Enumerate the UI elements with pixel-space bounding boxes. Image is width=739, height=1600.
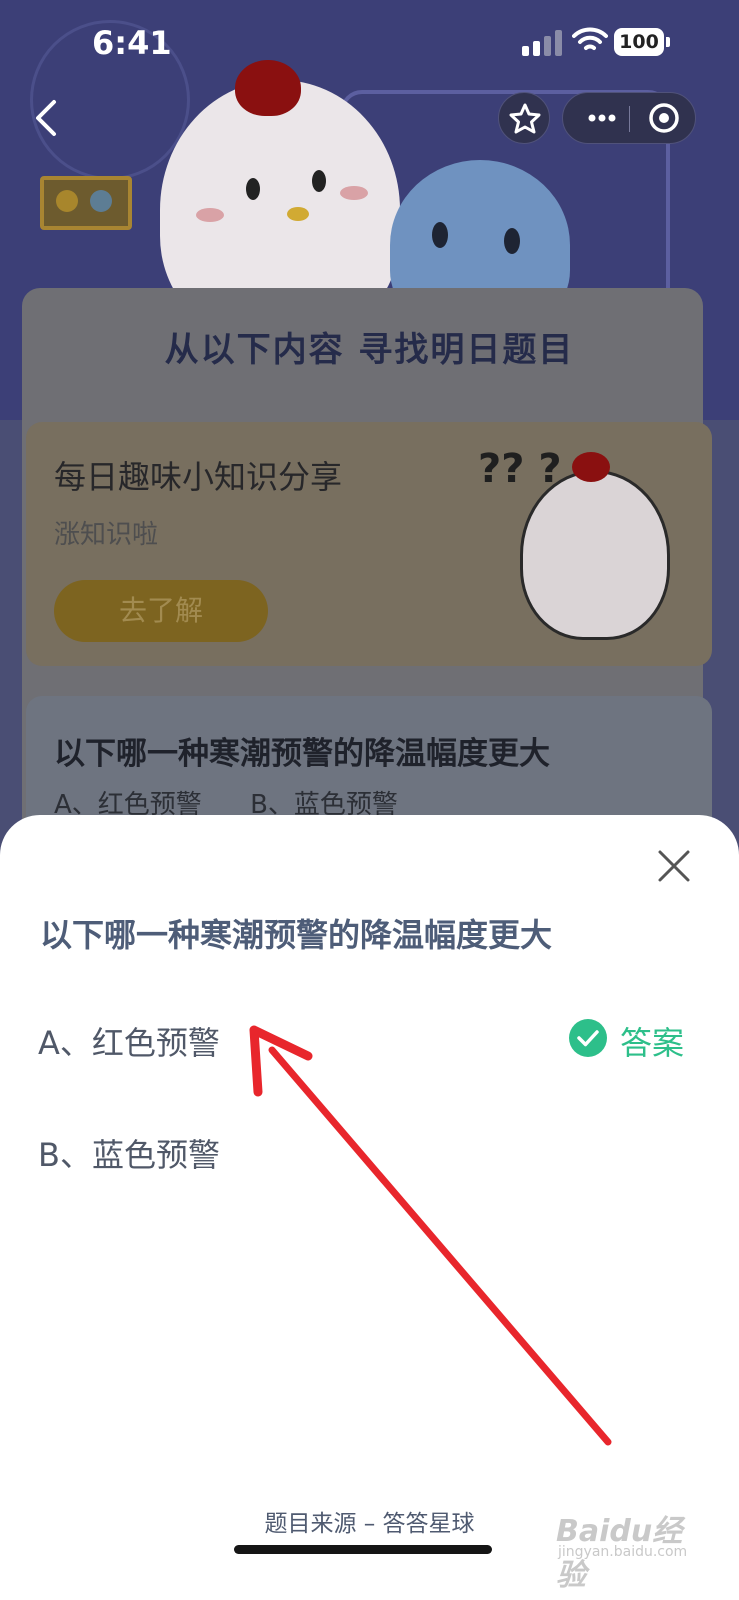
more-dots-icon[interactable] [577, 93, 627, 143]
promo-chick-illustration [520, 470, 670, 640]
option-b[interactable]: B、蓝色预警 [38, 1130, 220, 1176]
chevron-left-icon[interactable] [28, 96, 68, 140]
wifi-icon [572, 27, 608, 50]
mini-program-capsule [562, 92, 696, 144]
gold-medal-icon [56, 190, 78, 212]
alien-eye [432, 222, 448, 248]
option-a[interactable]: A、红色预警 [38, 1018, 220, 1064]
home-indicator[interactable] [234, 1545, 492, 1554]
close-x-icon[interactable] [654, 846, 694, 886]
promo-title: 每日趣味小知识分享 [54, 458, 343, 496]
blue-medal-icon [90, 190, 112, 212]
chick-beak [287, 207, 309, 221]
medal-plaque-icon [40, 176, 132, 230]
screen: 从以下内容 寻找明日题目 每日趣味小知识分享 涨知识啦 去了解 ?? ? 以下哪… [0, 0, 739, 1600]
section-title: 从以下内容 寻找明日题目 [164, 330, 575, 370]
favorite-button[interactable] [498, 92, 550, 144]
promo-chick-comb [572, 452, 610, 482]
question-marks-decoration: ?? ? [478, 446, 562, 492]
capsule-divider [629, 106, 630, 132]
learn-more-button[interactable]: 去了解 [54, 580, 268, 642]
chick-comb [235, 60, 301, 116]
promo-subtitle: 涨知识啦 [54, 520, 159, 550]
status-time: 6:41 [92, 24, 172, 62]
chick-eye [246, 178, 260, 200]
check-circle-icon [569, 1019, 607, 1057]
sheet-question: 以下哪一种寒潮预警的降温幅度更大 [40, 916, 553, 954]
quiz-preview-question: 以下哪一种寒潮预警的降温幅度更大 [54, 736, 550, 772]
baidu-watermark: Baidu经验 jingyan.baidu.com [556, 1494, 690, 1593]
chick-cheek [196, 208, 224, 222]
chick-eye [312, 170, 326, 192]
target-close-icon[interactable] [643, 97, 685, 139]
watermark-url: jingyan.baidu.com [558, 1544, 688, 1560]
signal-icon [522, 30, 562, 56]
star-icon [509, 103, 541, 134]
battery-tip [666, 37, 670, 47]
battery-icon: 100 [614, 28, 664, 56]
alien-eye [504, 228, 520, 254]
chick-cheek [340, 186, 368, 200]
answer-label: 答案 [620, 1024, 685, 1062]
